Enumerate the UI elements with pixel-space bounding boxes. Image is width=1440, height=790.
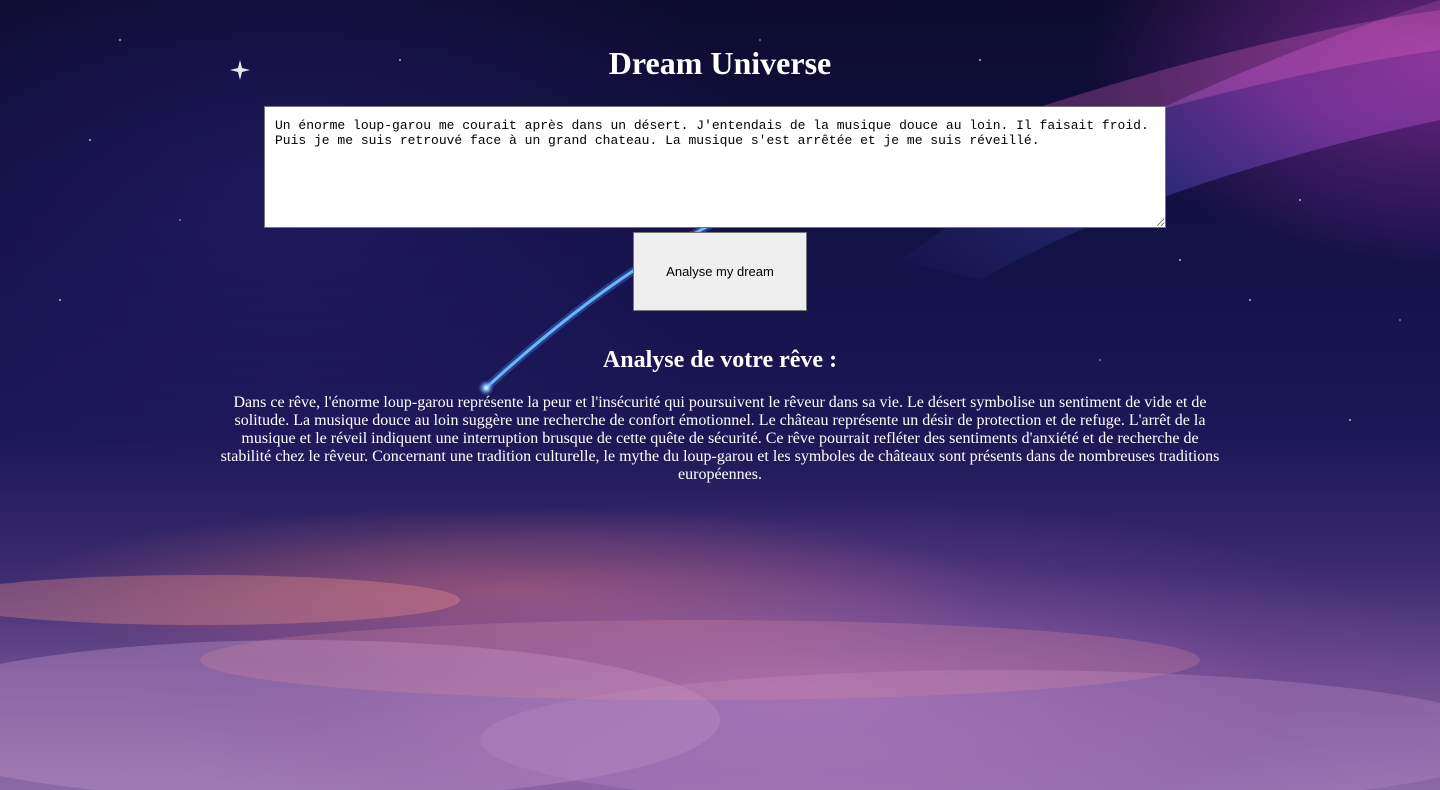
page-title: Dream Universe bbox=[608, 45, 832, 81]
analysis-text: Dans ce rêve, l'énorme loup-garou représ… bbox=[220, 394, 1220, 483]
dream-textarea[interactable] bbox=[264, 106, 1166, 228]
analysis-heading: Analyse de votre rêve : bbox=[602, 347, 838, 373]
cloud bbox=[0, 575, 460, 625]
cloud bbox=[200, 620, 1200, 700]
analyse-dream-button[interactable]: Analyse my dream bbox=[633, 232, 807, 311]
